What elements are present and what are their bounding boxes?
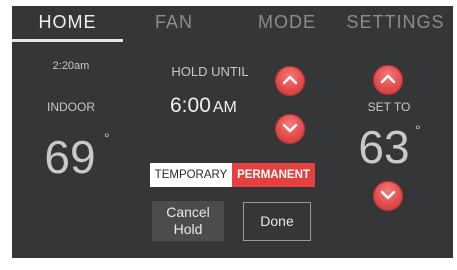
thermostat-screen: HOME FAN MODE SETTINGS 2:20am INDOOR 69 …: [12, 6, 453, 258]
temporary-hold-option[interactable]: TEMPORARY: [150, 163, 232, 187]
indoor-degree-symbol: °: [104, 130, 110, 146]
indoor-label: INDOOR: [47, 100, 95, 114]
cancel-hold-label-line2: Hold: [173, 221, 203, 237]
chevron-up-icon: [380, 74, 396, 84]
indoor-temperature: 69: [44, 131, 96, 183]
tab-fan[interactable]: FAN: [134, 12, 214, 33]
hold-time-up-button[interactable]: [275, 66, 305, 96]
chevron-down-icon: [282, 123, 298, 133]
tab-settings[interactable]: SETTINGS: [338, 12, 453, 33]
setpoint-temperature: 63: [358, 121, 410, 173]
hold-time-down-button[interactable]: [275, 114, 305, 144]
chevron-down-icon: [380, 190, 396, 200]
hold-until-time: 6:00 AM: [170, 94, 237, 118]
setpoint-degree-symbol: °: [415, 122, 421, 138]
set-to-label: SET TO: [367, 100, 411, 114]
hold-until-label: HOLD UNTIL: [171, 64, 249, 79]
permanent-hold-option[interactable]: PERMANENT: [232, 163, 315, 187]
setpoint-down-button[interactable]: [373, 181, 403, 211]
setpoint-up-button[interactable]: [373, 65, 403, 95]
hold-time-ampm: AM: [212, 99, 237, 116]
active-tab-indicator: [12, 39, 123, 42]
cancel-hold-label-line1: Cancel: [166, 204, 210, 220]
hold-time-value: 6:00: [170, 94, 211, 117]
cancel-hold-button[interactable]: Cancel Hold: [152, 201, 224, 241]
chevron-up-icon: [282, 75, 298, 85]
tab-mode[interactable]: MODE: [242, 12, 332, 33]
tab-home[interactable]: HOME: [12, 12, 123, 33]
done-button[interactable]: Done: [243, 202, 311, 241]
current-time: 2:20am: [52, 60, 90, 72]
